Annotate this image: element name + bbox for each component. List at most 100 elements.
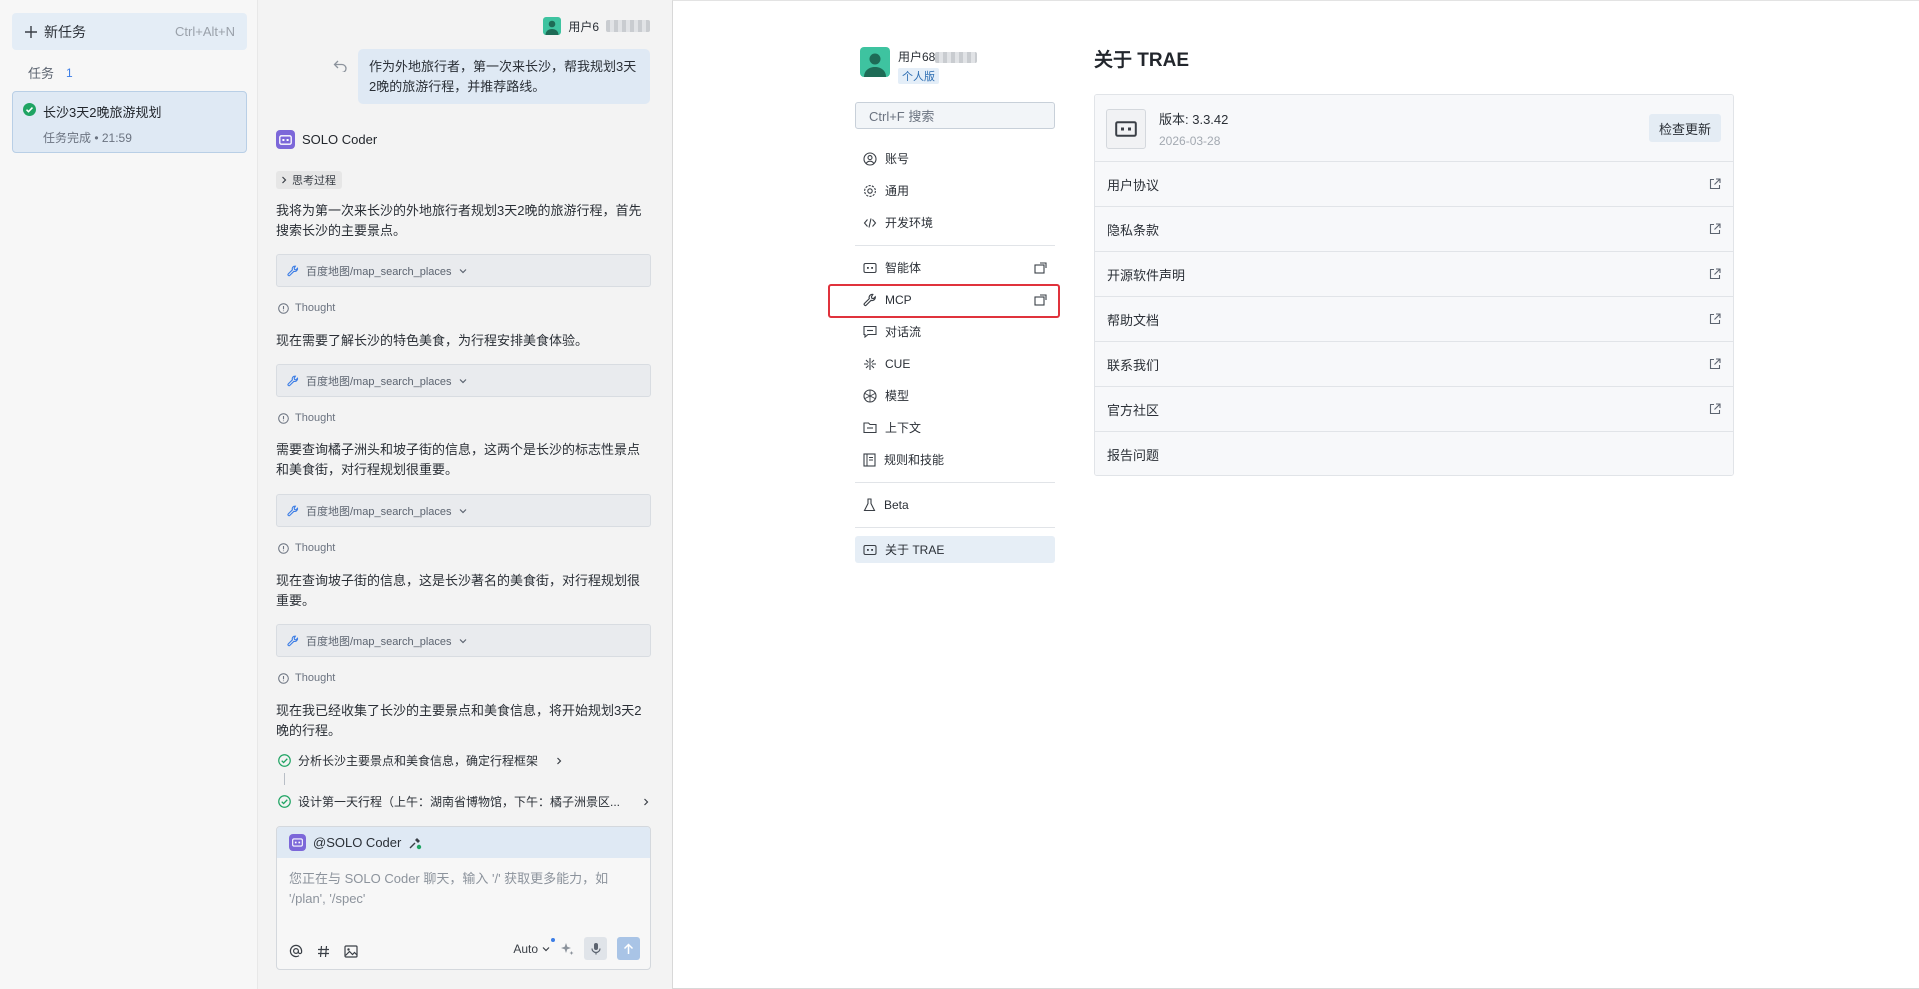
plan-step[interactable]: 设计第一天行程（上午：湖南省博物馆，下午：橘子洲景区... — [278, 793, 650, 810]
nav-item-rules-skills[interactable]: 规则和技能 — [855, 446, 1055, 473]
tool-call[interactable]: 百度地图/map_search_places — [276, 494, 651, 527]
profile-name: 用户68 — [898, 50, 936, 64]
wrench-icon — [287, 265, 299, 276]
nav-item-dialog-flow[interactable]: 对话流 — [855, 318, 1055, 345]
nav-label: 智能体 — [885, 261, 922, 275]
nav-item-account[interactable]: 账号 — [855, 145, 1055, 172]
link-contact-us[interactable]: 联系我们 — [1095, 342, 1733, 387]
link-user-agreement[interactable]: 用户协议 — [1095, 162, 1733, 207]
chevron-down-icon — [542, 946, 550, 951]
nav-label: 模型 — [885, 389, 910, 403]
nav-item-general[interactable]: 通用 — [855, 177, 1055, 204]
nav-item-beta[interactable]: Beta — [855, 491, 1055, 518]
thought-label: Thought — [278, 412, 335, 424]
mode-select[interactable]: Auto — [513, 937, 555, 956]
microphone-button[interactable] — [584, 937, 607, 960]
nav-divider — [855, 245, 1055, 246]
plan-step-label: 设计第一天行程（上午：湖南省博物馆，下午：橘子洲景区... — [298, 795, 621, 809]
settings-search-input[interactable]: Ctrl+F 搜索 — [855, 102, 1055, 129]
link-community[interactable]: 官方社区 — [1095, 387, 1733, 432]
external-link-icon — [1709, 223, 1721, 235]
plan-badge: 个人版 — [898, 68, 939, 84]
chevron-down-icon — [459, 508, 466, 513]
tool-call[interactable]: 百度地图/map_search_places — [276, 364, 651, 397]
link-label: 帮助文档 — [1107, 312, 1160, 328]
external-link-icon — [1709, 268, 1721, 280]
composer-actions: Auto — [513, 937, 640, 960]
about-card: 版本: 3.3.42 2026-03-28 检查更新 用户协议 隐私条款 开源软… — [1094, 94, 1734, 476]
nav-label: 上下文 — [885, 421, 922, 435]
status-dot — [551, 937, 555, 942]
thinking-process-toggle[interactable]: 思考过程 — [276, 171, 342, 189]
chat-panel: 用户6 作为外地旅行者，第一次来长沙，帮我规划3天2晚的旅游行程，并推荐路线。 … — [259, 0, 667, 989]
image-icon[interactable] — [344, 944, 358, 958]
nav-item-context[interactable]: 上下文 — [855, 414, 1055, 441]
check-circle-icon — [23, 103, 36, 116]
undo-icon[interactable] — [333, 60, 347, 72]
nav-item-about[interactable]: 关于 TRAE — [855, 536, 1055, 563]
new-task-button[interactable]: 新任务 Ctrl+Alt+N — [12, 13, 247, 50]
wrench-icon — [863, 293, 876, 306]
at-mention-icon[interactable] — [289, 944, 303, 958]
check-update-button[interactable]: 检查更新 — [1648, 114, 1721, 142]
plan-step[interactable]: 分析长沙主要景点和美食信息，确定行程框架 — [278, 752, 650, 769]
hash-icon[interactable] — [317, 945, 330, 958]
user-circle-icon — [863, 151, 877, 166]
plan-step-label: 分析长沙主要景点和美食信息，确定行程框架 — [298, 754, 539, 768]
nav-item-models[interactable]: 模型 — [855, 382, 1055, 409]
microphone-icon — [590, 943, 601, 955]
link-open-source-notice[interactable]: 开源软件声明 — [1095, 252, 1733, 297]
tools-icon[interactable] — [408, 836, 422, 850]
send-button[interactable] — [617, 937, 640, 960]
wrench-icon — [287, 375, 299, 386]
version-text: 版本: 3.3.42 — [1159, 112, 1229, 127]
nav-label: CUE — [885, 356, 911, 371]
version-row: 版本: 3.3.42 2026-03-28 检查更新 — [1095, 95, 1733, 162]
thought-label: Thought — [278, 672, 335, 684]
link-privacy-policy[interactable]: 隐私条款 — [1095, 207, 1733, 252]
sparkle-icon[interactable] — [560, 942, 574, 956]
task-title: 长沙3天2晚旅游规划 — [43, 105, 162, 120]
info-icon — [278, 302, 289, 314]
agent-message: 现在需要了解长沙的特色美食，为行程安排美食体验。 — [276, 333, 589, 348]
wrench-icon — [287, 505, 299, 516]
link-label: 联系我们 — [1107, 357, 1160, 373]
nav-item-dev-env[interactable]: 开发环境 — [855, 209, 1055, 236]
composer-mention: @SOLO Coder — [277, 827, 650, 858]
link-label: 报告问题 — [1107, 448, 1160, 463]
cue-icon — [864, 357, 876, 370]
book-icon — [863, 452, 876, 467]
arrow-up-icon — [623, 942, 634, 954]
tool-label: 百度地图/map_search_places — [306, 635, 452, 648]
chat-input[interactable]: 您正在与 SOLO Coder 聊天，输入 '/' 获取更多能力，如 '/pla… — [289, 869, 639, 909]
tool-call[interactable]: 百度地图/map_search_places — [276, 624, 651, 657]
robot-icon — [863, 544, 877, 555]
tool-call[interactable]: 百度地图/map_search_places — [276, 254, 651, 287]
user-name: 用户6 — [568, 19, 599, 34]
user-message: 作为外地旅行者，第一次来长沙，帮我规划3天2晚的旅游行程，并推荐路线。 — [358, 49, 650, 104]
link-label: 用户协议 — [1107, 177, 1160, 193]
tool-label: 百度地图/map_search_places — [306, 265, 452, 278]
nav-item-mcp[interactable]: MCP — [855, 286, 1055, 313]
step-connector — [284, 773, 285, 785]
external-link-icon — [1709, 178, 1721, 190]
profile-name-row: 用户68 — [898, 48, 978, 65]
nav-item-cue[interactable]: CUE — [855, 350, 1055, 377]
new-task-label: 新任务 — [44, 23, 86, 40]
wrench-icon — [287, 635, 299, 646]
mention-label: @SOLO Coder — [313, 835, 402, 850]
version-date: 2026-03-28 — [1159, 134, 1221, 148]
nav-divider — [855, 482, 1055, 483]
link-help-docs[interactable]: 帮助文档 — [1095, 297, 1733, 342]
profile: 用户68 个人版 — [860, 47, 978, 84]
plus-icon — [25, 25, 37, 38]
chevron-right-icon — [282, 176, 287, 184]
nav-item-agents[interactable]: 智能体 — [855, 254, 1055, 281]
thought-label: Thought — [278, 542, 335, 554]
composer-tools — [289, 944, 358, 958]
robot-icon — [276, 130, 295, 149]
task-item[interactable]: 长沙3天2晚旅游规划 任务完成 • 21:59 — [12, 91, 247, 153]
thinking-label: 思考过程 — [292, 175, 336, 187]
robot-icon — [289, 834, 306, 851]
link-report-issue[interactable]: 报告问题 — [1095, 432, 1733, 475]
